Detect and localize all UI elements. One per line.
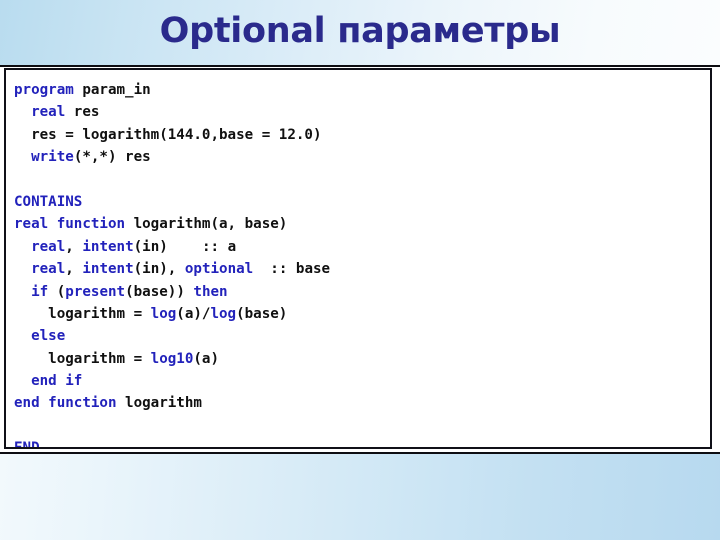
code-keyword: end function [14, 395, 117, 412]
code-keyword: then [193, 283, 228, 300]
code-keyword: else [31, 328, 66, 345]
code-line: CONTAINS [14, 191, 710, 213]
code-line: logarithm = log10(a) [14, 348, 710, 370]
code-line: if (present(base)) then [14, 281, 710, 303]
code-keyword: write [31, 149, 74, 166]
code-keyword: real [31, 104, 66, 121]
code-keyword: real [31, 238, 66, 255]
code-keyword: present [65, 283, 126, 300]
code-listing-box: program param_in real res res = logarith… [4, 68, 712, 449]
code-keyword: intent [82, 238, 134, 255]
code-line: logarithm = log(a)/log(base) [14, 303, 710, 325]
code-keyword: real function [14, 216, 126, 233]
code-text: (a) [193, 350, 220, 367]
code-line: real function logarithm(a, base) [14, 213, 710, 235]
code-keyword: CONTAINS [14, 193, 83, 210]
code-text: :: base [253, 261, 331, 278]
code-text: param_in [73, 82, 151, 98]
code-keyword: END [14, 440, 40, 449]
code-keyword: if [31, 283, 49, 300]
code-line: real, intent(in) :: a [14, 236, 710, 258]
code-text: , [65, 261, 83, 278]
code-keyword: real [31, 261, 66, 278]
slide: Optional параметры program param_in real… [0, 0, 720, 540]
code-text: (a)/ [176, 305, 211, 322]
code-text: res = logarithm(144.0,base = 12.0) [31, 126, 322, 143]
code-text: (in) :: a [133, 238, 237, 255]
code-text: logarithm(a, base) [125, 216, 288, 233]
code-text: (*,*) res [73, 149, 151, 166]
slide-footer-band [0, 452, 720, 540]
code-text: res [65, 104, 100, 121]
code-line: program param_in [14, 79, 710, 101]
code-line: real res [14, 101, 710, 123]
code-line: end if [14, 370, 710, 392]
code-line: else [14, 325, 710, 347]
code-text: logarithm = [48, 350, 151, 367]
code-keyword: optional [184, 261, 254, 278]
code-keyword: log [150, 305, 177, 322]
code-keyword: program [14, 82, 74, 98]
code-text: ( [48, 283, 66, 300]
code-keyword: log [210, 305, 237, 322]
code-text: logarithm [116, 395, 202, 412]
code-line: res = logarithm(144.0,base = 12.0) [14, 124, 710, 146]
code-line: end function logarithm [14, 392, 710, 414]
code-text: (in), [133, 261, 185, 278]
code-line: real, intent(in), optional :: base [14, 258, 710, 280]
code-text: logarithm = [48, 305, 151, 322]
code-keyword: log10 [150, 350, 194, 367]
code-line: write(*,*) res [14, 146, 710, 168]
code-text: (base) [236, 305, 288, 322]
page-title: Optional параметры [159, 11, 561, 51]
code-line: END [14, 437, 710, 449]
code-text: (base)) [125, 283, 194, 300]
code-listing: program param_in real res res = logarith… [14, 79, 710, 449]
slide-title-band: Optional параметры [0, 0, 720, 67]
code-keyword: end if [31, 373, 83, 390]
code-keyword: intent [82, 261, 134, 278]
code-text: , [65, 238, 83, 255]
